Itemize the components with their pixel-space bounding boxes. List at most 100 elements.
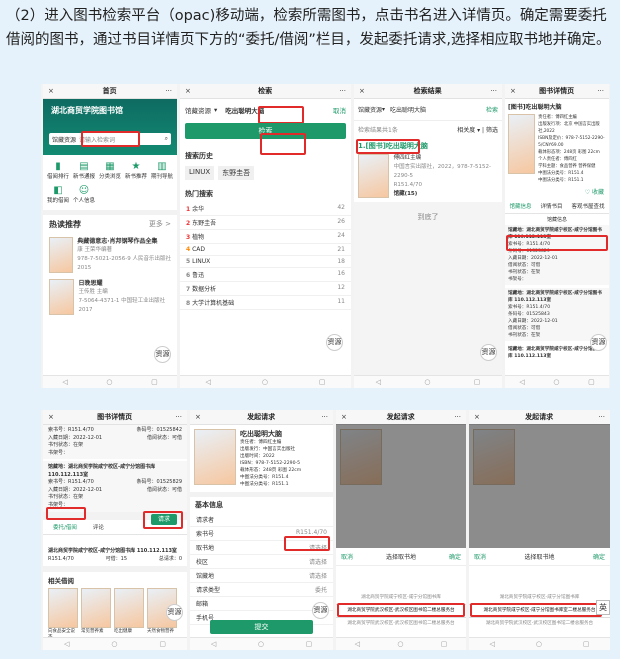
more-icon[interactable]: ··· <box>175 413 182 421</box>
grid-item[interactable]: ★ 新书推荐 <box>123 161 149 180</box>
history-chip[interactable]: 东野圭吾 <box>218 166 255 180</box>
list-item[interactable]: 8 大学计算机基础 11 <box>180 296 351 310</box>
grid-item[interactable]: ▮ 借阅排行 <box>45 161 71 180</box>
search-input[interactable]: 吃出聪明大脑 <box>390 105 486 114</box>
home-icon[interactable]: ○ <box>397 640 403 648</box>
history-chip[interactable]: LINUX <box>185 166 215 180</box>
list-item[interactable]: 典藏德意志·肖邦钢琴作品全集 康 王荣华编著 978-7-5021-2056-9… <box>43 234 177 276</box>
search-type[interactable]: 馆藏资源 <box>185 105 211 115</box>
picker-cancel-button[interactable]: 取消 <box>341 552 353 561</box>
grid-item[interactable]: ▥ 期刊导航 <box>149 161 175 180</box>
list-item[interactable]: 2 东野圭吾 26 <box>180 216 351 230</box>
recent-icon[interactable]: ▢ <box>583 640 590 648</box>
close-icon[interactable]: × <box>48 413 54 421</box>
search-type[interactable]: 馆藏资源 <box>358 105 382 114</box>
floating-resource-button[interactable]: 资源 <box>166 604 183 621</box>
submit-button[interactable]: 提交 <box>210 620 313 634</box>
tab-borrow[interactable]: 委托/借阅 <box>53 523 77 531</box>
back-icon[interactable]: ◁ <box>62 378 67 386</box>
floating-resource-button[interactable]: 资源 <box>480 344 497 361</box>
form-field[interactable]: 请求者 <box>190 513 333 527</box>
list-item[interactable]: 6 鲁迅 16 <box>180 268 351 282</box>
more-link[interactable]: 更多 > <box>149 219 171 230</box>
sort-select[interactable]: 相关度 <box>457 127 475 134</box>
more-icon[interactable]: ··· <box>454 413 461 421</box>
cancel-button[interactable]: 取消 <box>333 105 346 115</box>
recent-icon[interactable]: ▢ <box>319 378 326 386</box>
back-icon[interactable]: ◁ <box>376 378 381 386</box>
close-icon[interactable]: × <box>195 413 201 421</box>
list-item[interactable]: 1 余华 42 <box>180 202 351 216</box>
picker-title: 选择取书地 <box>524 554 555 561</box>
close-icon[interactable]: × <box>341 413 347 421</box>
sub-tab[interactable]: 馆藏信息 <box>505 214 609 225</box>
picker-option[interactable]: 湖北商贸学院武汉校区-武汉校区图书馆二楼总服务台 <box>336 618 466 630</box>
home-icon[interactable]: ○ <box>553 378 559 386</box>
page-title: 发起请求 <box>525 413 554 421</box>
floating-resource-button[interactable]: 资源 <box>590 334 607 351</box>
floating-resource-button[interactable]: 资源 <box>312 602 329 619</box>
recent-icon[interactable]: ▢ <box>474 378 481 386</box>
picker-confirm-button[interactable]: 确定 <box>593 552 605 561</box>
tab-details[interactable]: 详情书目 <box>540 202 562 210</box>
filter-button[interactable]: 筛选 <box>486 127 498 134</box>
home-icon[interactable]: ○ <box>424 378 430 386</box>
back-icon[interactable]: ◁ <box>211 640 216 648</box>
home-icon[interactable]: ○ <box>262 378 268 386</box>
back-icon[interactable]: ◁ <box>519 378 524 386</box>
back-icon[interactable]: ◁ <box>355 640 360 648</box>
more-icon[interactable]: ··· <box>339 87 346 95</box>
tab-holdings[interactable]: 馆藏信息 <box>509 202 531 210</box>
more-icon[interactable]: ··· <box>490 87 497 95</box>
home-icon[interactable]: ○ <box>106 378 112 386</box>
floating-resource-button[interactable]: 资源 <box>326 334 343 351</box>
list-item[interactable]: 向食品安全说不 <box>48 588 78 640</box>
home-icon[interactable]: ○ <box>111 640 117 648</box>
floating-resource-button[interactable]: 资源 <box>154 346 171 363</box>
list-item[interactable]: 常见营养素 <box>81 588 111 640</box>
list-item[interactable]: 3 植物 24 <box>180 230 351 244</box>
close-icon[interactable]: × <box>474 413 480 421</box>
more-icon[interactable]: ··· <box>321 413 328 421</box>
recent-icon[interactable]: ▢ <box>441 640 448 648</box>
close-icon[interactable]: × <box>359 87 365 95</box>
recent-icon[interactable]: ▢ <box>306 640 313 648</box>
list-item[interactable]: 日晚思耀 王传胜 主编 7-5064-4371-1 中国轻工业出版社 2017 <box>43 276 177 318</box>
form-field[interactable]: 请求类型 委托 <box>190 583 333 597</box>
more-icon[interactable]: ··· <box>598 413 605 421</box>
back-icon[interactable]: ◁ <box>64 640 69 648</box>
close-icon[interactable]: × <box>185 87 191 95</box>
home-icon[interactable]: ○ <box>536 640 542 648</box>
grid-item[interactable]: ◧ 我的借阅 <box>45 185 71 204</box>
search-type[interactable]: 馆藏资源 <box>49 135 79 144</box>
picker-confirm-button[interactable]: 确定 <box>449 552 461 561</box>
more-icon[interactable]: ··· <box>597 87 604 95</box>
back-icon[interactable]: ◁ <box>205 378 210 386</box>
picker-option[interactable]: 湖北商贸学院武汉校区-武汉校区图书馆二楼总服务台 <box>469 618 610 630</box>
result-item[interactable]: 1.[图书]吃出聪明大脑 傅四红主编 中国言实出版社，2022，978-7-51… <box>354 138 502 202</box>
form-field[interactable]: 馆藏地 请选择 <box>190 569 333 583</box>
picker-cancel-button[interactable]: 取消 <box>474 552 486 561</box>
list-item[interactable]: 5 LINUX 18 <box>180 256 351 268</box>
back-icon[interactable]: ◁ <box>489 640 494 648</box>
recent-icon[interactable]: ▢ <box>159 640 166 648</box>
home-icon[interactable]: ○ <box>258 640 264 648</box>
form-field[interactable]: 校区 请选择 <box>190 555 333 569</box>
tab-comment[interactable]: 评论 <box>93 523 104 531</box>
close-icon[interactable]: × <box>510 87 516 95</box>
page-title: 检索结果 <box>413 87 442 95</box>
close-icon[interactable]: × <box>48 87 54 95</box>
list-item[interactable]: 4 CAD 21 <box>180 244 351 256</box>
search-button[interactable]: 检索 <box>486 105 498 114</box>
grid-item[interactable]: ☺ 个人信息 <box>71 185 97 204</box>
recent-icon[interactable]: ▢ <box>588 378 595 386</box>
more-icon[interactable]: ··· <box>165 87 172 95</box>
search-icon[interactable]: ⌕ <box>162 135 171 143</box>
grid-item[interactable]: ▦ 分类浏览 <box>97 161 123 180</box>
collect-button[interactable]: ♡ 收藏 <box>505 184 609 199</box>
list-item[interactable]: 7 数据分析 12 <box>180 282 351 296</box>
list-item[interactable]: 吃出健康 <box>114 588 144 640</box>
tab-find[interactable]: 客观书屋查找 <box>571 202 604 210</box>
grid-item[interactable]: ▤ 新书通报 <box>71 161 97 180</box>
recent-icon[interactable]: ▢ <box>151 378 158 386</box>
